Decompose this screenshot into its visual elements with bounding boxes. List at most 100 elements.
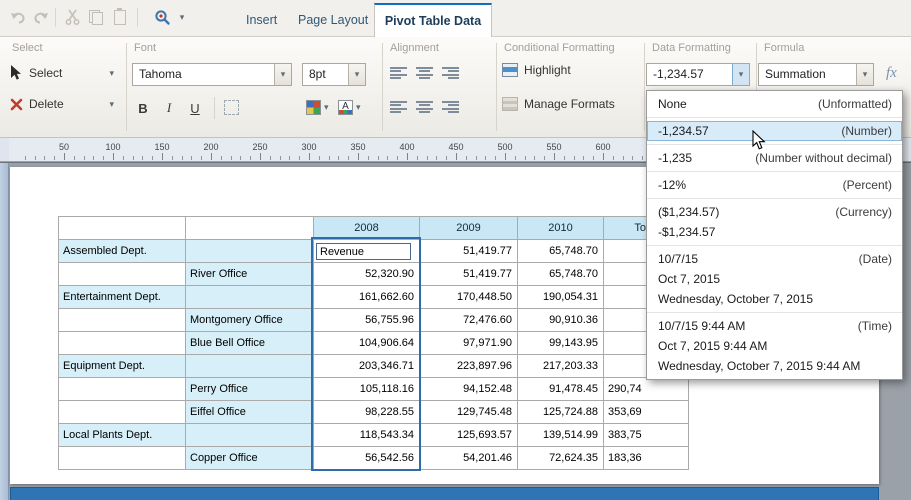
- fill-color-dropdown-icon[interactable]: ▾: [324, 103, 329, 112]
- data-cell-2008[interactable]: 105,118.16: [314, 378, 420, 401]
- data-cell-2008[interactable]: 161,662.60: [314, 286, 420, 309]
- font-family-combo[interactable]: Tahoma ▾: [132, 63, 292, 86]
- office-cell[interactable]: Blue Bell Office: [186, 332, 314, 355]
- pivot-column-header[interactable]: [59, 217, 186, 240]
- data-cell-2008[interactable]: 98,228.55: [314, 401, 420, 424]
- data-cell-2009[interactable]: 51,419.77: [420, 263, 518, 286]
- dept-cell[interactable]: [59, 309, 186, 332]
- pivot-column-header[interactable]: 2009: [420, 217, 518, 240]
- data-cell-2008[interactable]: 104,906.64: [314, 332, 420, 355]
- format-menu-item[interactable]: ($1,234.57)(Currency): [647, 202, 902, 222]
- data-cell-2008[interactable]: 56,755.96: [314, 309, 420, 332]
- selected-field-revenue[interactable]: Revenue: [316, 243, 411, 260]
- preview-icon[interactable]: [152, 7, 172, 27]
- pivot-column-header[interactable]: 2008: [314, 217, 420, 240]
- font-color-button[interactable]: A ▾: [338, 100, 361, 115]
- data-cell-2009[interactable]: 170,448.50: [420, 286, 518, 309]
- data-cell-2008[interactable]: 56,542.56: [314, 447, 420, 470]
- dept-cell[interactable]: Assembled Dept.: [59, 240, 186, 263]
- pivot-column-header[interactable]: [186, 217, 314, 240]
- data-cell-2010[interactable]: 125,724.88: [518, 401, 604, 424]
- align-left-icon[interactable]: [390, 65, 407, 80]
- format-menu-item[interactable]: None(Unformatted): [647, 94, 902, 114]
- borders-button[interactable]: [224, 100, 239, 115]
- dept-cell[interactable]: [59, 447, 186, 470]
- valign-top-icon[interactable]: [390, 99, 407, 114]
- bold-button[interactable]: B: [132, 97, 154, 119]
- data-cell-2009[interactable]: 51,419.77: [420, 240, 518, 263]
- data-cell-2009[interactable]: 125,693.57: [420, 424, 518, 447]
- delete-button[interactable]: Delete ▾: [10, 97, 114, 111]
- data-cell-2009[interactable]: 54,201.46: [420, 447, 518, 470]
- tab-insert[interactable]: Insert: [238, 9, 285, 31]
- font-family-dropdown-icon[interactable]: ▾: [274, 64, 291, 85]
- data-cell-2009[interactable]: 94,152.48: [420, 378, 518, 401]
- format-menu-item[interactable]: 10/7/15(Date): [647, 249, 902, 269]
- align-center-icon[interactable]: [416, 65, 433, 80]
- dept-cell[interactable]: [59, 332, 186, 355]
- highlight-button[interactable]: Highlight: [502, 63, 571, 77]
- data-cell-2010[interactable]: 90,910.36: [518, 309, 604, 332]
- data-cell-2010[interactable]: 72,624.35: [518, 447, 604, 470]
- redo-icon[interactable]: [30, 7, 50, 27]
- data-cell-2008[interactable]: 118,543.34: [314, 424, 420, 447]
- format-menu-item[interactable]: -12%(Percent): [647, 175, 902, 195]
- data-cell-2010[interactable]: 91,478.45: [518, 378, 604, 401]
- dept-cell[interactable]: [59, 378, 186, 401]
- delete-dropdown-icon[interactable]: ▾: [109, 100, 114, 109]
- format-menu-item[interactable]: Wednesday, October 7, 2015: [647, 289, 902, 309]
- paste-icon[interactable]: [110, 7, 130, 27]
- dept-cell[interactable]: Equipment Dept.: [59, 355, 186, 378]
- data-cell-2009[interactable]: 72,476.60: [420, 309, 518, 332]
- fx-icon[interactable]: fx: [886, 65, 897, 82]
- office-cell[interactable]: [186, 424, 314, 447]
- dept-cell[interactable]: Entertainment Dept.: [59, 286, 186, 309]
- font-color-dropdown-icon[interactable]: ▾: [356, 103, 361, 112]
- copy-icon[interactable]: [86, 7, 106, 27]
- formula-combo[interactable]: Summation ▾: [758, 63, 874, 86]
- data-cell-2008[interactable]: Revenue: [314, 240, 420, 263]
- valign-bottom-icon[interactable]: [442, 99, 459, 114]
- data-cell-2010[interactable]: 99,143.95: [518, 332, 604, 355]
- valign-middle-icon[interactable]: [416, 99, 433, 114]
- undo-icon[interactable]: [8, 7, 28, 27]
- italic-button[interactable]: I: [158, 97, 180, 119]
- format-menu-item[interactable]: Oct 7, 2015 9:44 AM: [647, 336, 902, 356]
- format-menu-item[interactable]: Oct 7, 2015: [647, 269, 902, 289]
- data-cell-2010[interactable]: 65,748.70: [518, 240, 604, 263]
- office-cell[interactable]: Montgomery Office: [186, 309, 314, 332]
- office-cell[interactable]: Copper Office: [186, 447, 314, 470]
- office-cell[interactable]: [186, 355, 314, 378]
- horizontal-scrollbar[interactable]: [10, 487, 879, 500]
- select-dropdown-icon[interactable]: ▾: [109, 69, 114, 78]
- data-format-dropdown-icon[interactable]: ▾: [732, 64, 749, 85]
- data-cell-2010[interactable]: 65,748.70: [518, 263, 604, 286]
- underline-button[interactable]: U: [184, 97, 206, 119]
- office-cell[interactable]: [186, 286, 314, 309]
- format-menu-item[interactable]: -$1,234.57: [647, 222, 902, 242]
- office-cell[interactable]: [186, 240, 314, 263]
- data-cell-2008[interactable]: 52,320.90: [314, 263, 420, 286]
- data-cell-2009[interactable]: 97,971.90: [420, 332, 518, 355]
- dept-cell[interactable]: [59, 263, 186, 286]
- data-cell-2010[interactable]: 217,203.33: [518, 355, 604, 378]
- total-cell[interactable]: 290,74: [604, 378, 689, 401]
- align-right-icon[interactable]: [442, 65, 459, 80]
- preview-dropdown-icon[interactable]: ▾: [176, 7, 188, 27]
- data-cell-2010[interactable]: 190,054.31: [518, 286, 604, 309]
- fill-color-button[interactable]: ▾: [306, 100, 329, 115]
- data-cell-2009[interactable]: 223,897.96: [420, 355, 518, 378]
- data-format-combo[interactable]: -1,234.57 ▾: [646, 63, 750, 86]
- format-menu-item[interactable]: Wednesday, October 7, 2015 9:44 AM: [647, 356, 902, 376]
- format-menu-item[interactable]: 10/7/15 9:44 AM(Time): [647, 316, 902, 336]
- font-size-dropdown-icon[interactable]: ▾: [348, 64, 365, 85]
- office-cell[interactable]: Eiffel Office: [186, 401, 314, 424]
- select-button[interactable]: Select ▾: [10, 65, 114, 81]
- cut-icon[interactable]: [62, 7, 82, 27]
- total-cell[interactable]: 383,75: [604, 424, 689, 447]
- font-size-combo[interactable]: 8pt ▾: [302, 63, 366, 86]
- data-cell-2008[interactable]: 203,346.71: [314, 355, 420, 378]
- office-cell[interactable]: River Office: [186, 263, 314, 286]
- data-cell-2010[interactable]: 139,514.99: [518, 424, 604, 447]
- formula-dropdown-icon[interactable]: ▾: [856, 64, 873, 85]
